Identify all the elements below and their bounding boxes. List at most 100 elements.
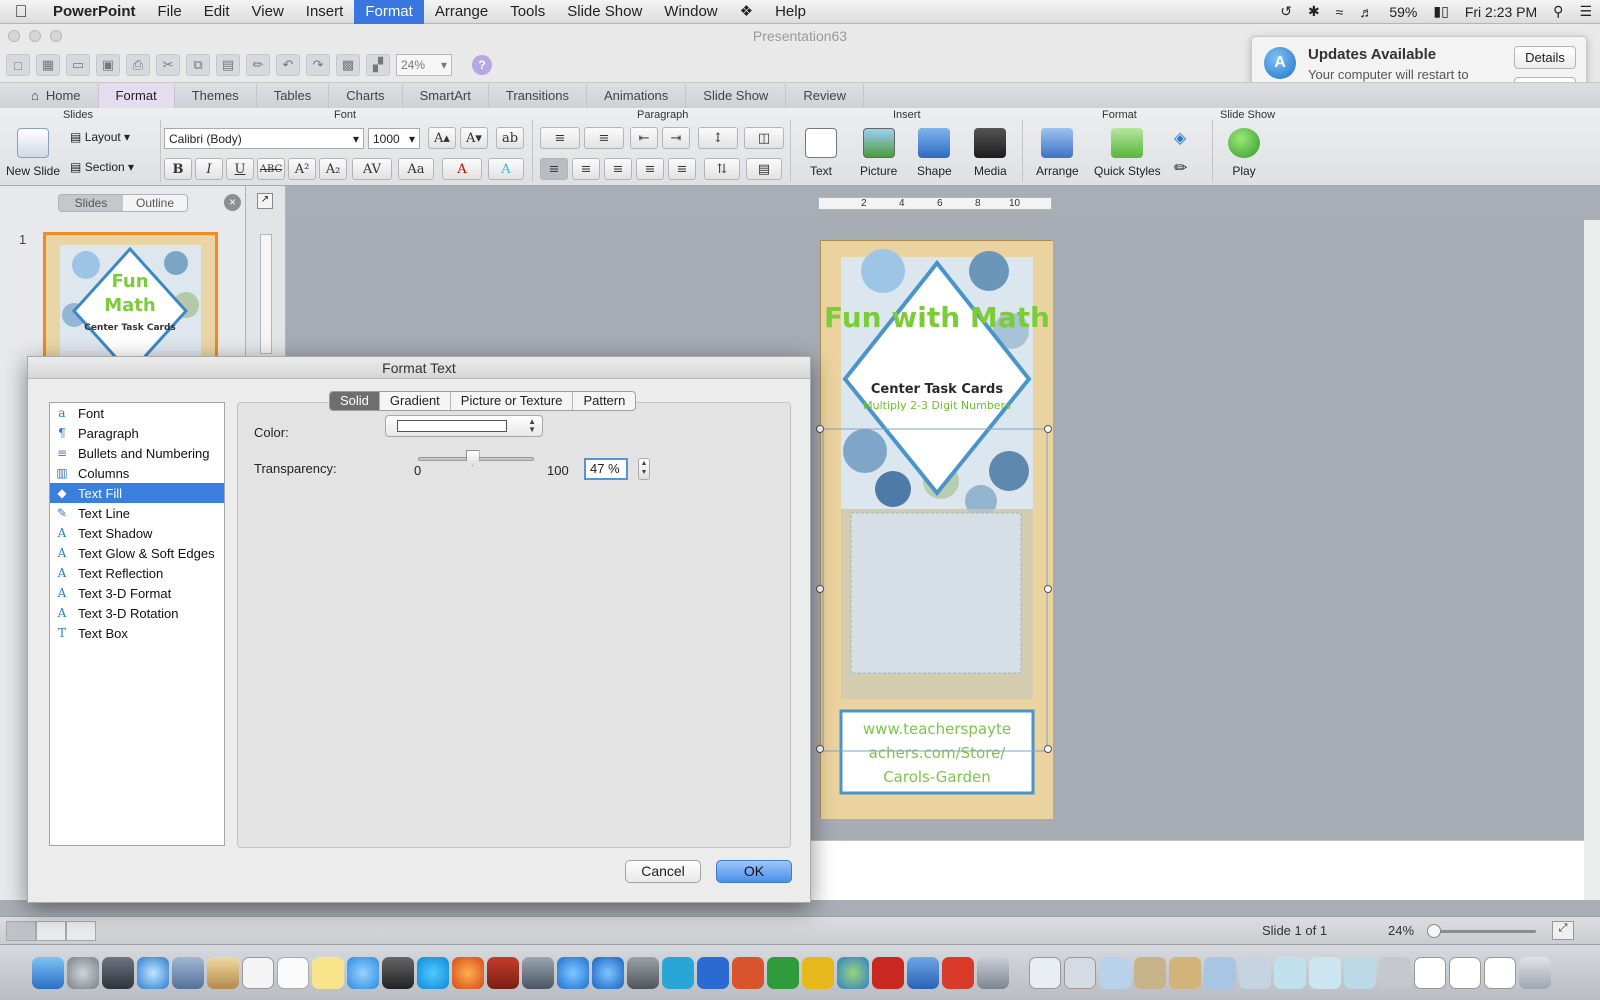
category-text-line[interactable]: ✎ Text Line [50, 503, 224, 523]
slide-sorter-icon[interactable]: ▩ [336, 54, 360, 76]
section-button[interactable]: ▤ Section ▾ [70, 160, 134, 174]
volume-icon[interactable]: ♬ [1351, 4, 1381, 20]
grow-font-icon[interactable]: A▴ [428, 127, 456, 149]
arrange-button[interactable]: Arrange [1036, 128, 1079, 178]
copy-icon[interactable]: ⧉ [186, 54, 210, 76]
increase-indent-icon[interactable]: ⇥ [662, 127, 690, 149]
fit-to-window-icon[interactable]: ⤢ [1552, 921, 1574, 940]
category-text-box[interactable]: T Text Box [50, 623, 224, 643]
resize-handle[interactable] [1044, 585, 1052, 593]
ok-button[interactable]: OK [716, 860, 792, 883]
menu-format[interactable]: Format [354, 0, 424, 24]
document-icon[interactable] [1414, 956, 1446, 989]
undo-icon[interactable]: ↶ [276, 54, 300, 76]
insert-picture-button[interactable]: Picture [860, 128, 897, 178]
change-case-icon[interactable]: Aa [398, 158, 434, 180]
align-center-icon[interactable]: ≡ [572, 158, 600, 180]
align-text-icon[interactable]: ▤ [746, 158, 782, 180]
battery-percent[interactable]: 59% [1381, 4, 1425, 20]
category-paragraph[interactable]: ¶ Paragraph [50, 423, 224, 443]
image-file-icon[interactable] [1134, 956, 1166, 989]
category-font[interactable]: a Font [50, 403, 224, 423]
preview-icon[interactable] [977, 956, 1009, 989]
vertical-scrollbar[interactable] [1584, 220, 1600, 900]
zoom-field[interactable]: 24% ▾ [396, 54, 452, 76]
powerpoint-icon[interactable] [732, 956, 764, 989]
excel-icon[interactable] [767, 956, 799, 989]
normal-view-icon[interactable] [6, 921, 36, 941]
folder-icon[interactable] [1099, 956, 1131, 989]
line-spacing-icon[interactable]: ↕ [698, 127, 738, 149]
tab-gradient[interactable]: Gradient [380, 392, 451, 410]
word-icon[interactable] [697, 956, 729, 989]
image-file-icon[interactable] [1344, 956, 1376, 989]
subscript-icon[interactable]: A₂ [319, 158, 347, 180]
print-icon[interactable]: ⎙ [126, 54, 150, 76]
line-color-icon[interactable]: ✏ [1174, 158, 1187, 178]
new-document-icon[interactable]: □ [6, 54, 30, 76]
system-preferences-icon[interactable] [627, 956, 659, 989]
presenter-view-icon[interactable] [66, 921, 96, 941]
image-file-icon[interactable] [1274, 956, 1306, 989]
insert-media-button[interactable]: Media [974, 128, 1007, 178]
character-spacing-icon[interactable]: AV [352, 158, 392, 180]
wifi-icon[interactable]: ≈ [1328, 4, 1352, 20]
tab-solid[interactable]: Solid [330, 392, 380, 410]
play-slideshow-button[interactable]: Play [1228, 128, 1260, 178]
resize-handle[interactable] [1044, 425, 1052, 433]
zoom-slider-knob[interactable] [1427, 924, 1441, 938]
details-button[interactable]: Details [1514, 46, 1576, 69]
trash-icon[interactable] [1519, 956, 1551, 989]
save-icon[interactable]: ▣ [96, 54, 120, 76]
strikethrough-icon[interactable]: ABC [257, 158, 285, 180]
columns-icon[interactable]: ◫ [744, 127, 784, 149]
paste-icon[interactable]: ▤ [216, 54, 240, 76]
redo-icon[interactable]: ↷ [306, 54, 330, 76]
document-icon[interactable] [1029, 956, 1061, 989]
mission-control-icon[interactable] [102, 956, 134, 989]
quick-styles-button[interactable]: Quick Styles [1094, 128, 1161, 178]
vertical-ruler[interactable] [260, 234, 272, 354]
template-gallery-icon[interactable]: ▦ [36, 54, 60, 76]
tab-pattern[interactable]: Pattern [573, 392, 635, 410]
menu-window[interactable]: Window [653, 0, 728, 24]
document-icon[interactable] [1064, 956, 1096, 989]
category-text-shadow[interactable]: A Text Shadow [50, 523, 224, 543]
image-file-icon[interactable] [1379, 956, 1411, 989]
category-text-3d-format[interactable]: A Text 3-D Format [50, 583, 224, 603]
new-slide-button[interactable]: New Slide [6, 128, 60, 178]
open-icon[interactable]: ▭ [66, 54, 90, 76]
lync-icon[interactable] [662, 956, 694, 989]
category-text-fill[interactable]: ◆ Text Fill [50, 483, 224, 503]
acrobat-icon[interactable] [872, 956, 904, 989]
fill-color-icon[interactable]: ◈ [1174, 128, 1186, 148]
menu-edit[interactable]: Edit [193, 0, 241, 24]
menu-file[interactable]: File [147, 0, 193, 24]
tab-review[interactable]: Review [786, 84, 864, 108]
superscript-icon[interactable]: A² [288, 158, 316, 180]
calendar-icon[interactable] [242, 956, 274, 989]
tab-format[interactable]: Format [98, 84, 175, 108]
cancel-button[interactable]: Cancel [625, 860, 701, 883]
itunes-icon[interactable] [557, 956, 589, 989]
spotlight-search-icon[interactable]: ⚲ [1545, 3, 1571, 20]
battery-icon[interactable]: ▮▯ [1425, 3, 1456, 20]
spelling-icon[interactable]: ab [496, 127, 524, 149]
menu-slide-show[interactable]: Slide Show [556, 0, 653, 24]
outlook-icon[interactable] [802, 956, 834, 989]
numbering-icon[interactable]: ≡ [584, 127, 624, 149]
horizontal-ruler[interactable]: 2 4 6 8 10 [818, 197, 1052, 210]
format-painter-icon[interactable]: ✏ [246, 54, 270, 76]
cut-icon[interactable]: ✂ [156, 54, 180, 76]
skype-icon[interactable] [417, 956, 449, 989]
insert-shape-button[interactable]: Shape [917, 128, 952, 178]
align-left-icon[interactable]: ≡ [540, 158, 568, 180]
notification-center-icon[interactable]: ☰ [1571, 3, 1600, 20]
facetime-icon[interactable] [382, 956, 414, 989]
align-right-icon[interactable]: ≡ [604, 158, 632, 180]
tab-themes[interactable]: Themes [175, 84, 257, 108]
transparency-input[interactable]: 47 % [584, 458, 628, 480]
document-icon[interactable] [1449, 956, 1481, 989]
transparency-stepper[interactable]: ▲ ▼ [638, 458, 650, 480]
tab-slides[interactable]: Slides [59, 195, 123, 211]
